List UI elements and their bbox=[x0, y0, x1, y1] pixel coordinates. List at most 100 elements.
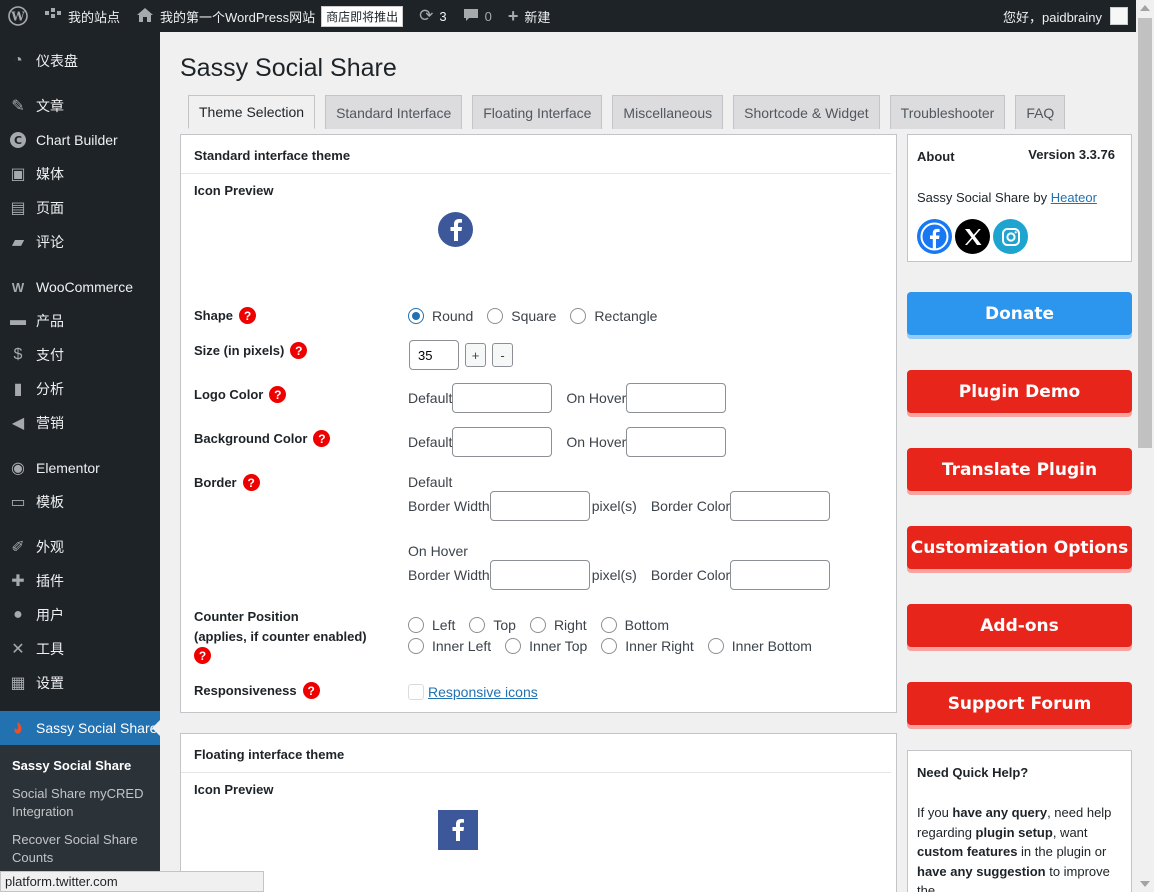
sidebar-item-media[interactable]: ▣ 媒体 bbox=[0, 157, 160, 191]
tab-theme-selection[interactable]: Theme Selection bbox=[188, 95, 316, 129]
size-decrease-button[interactable]: - bbox=[492, 343, 513, 367]
tab-shortcode-widget[interactable]: Shortcode & Widget bbox=[733, 95, 880, 129]
panel-header: Standard interface theme bbox=[181, 135, 891, 174]
counter-bottom-radio[interactable] bbox=[600, 617, 617, 633]
counter-top-radio[interactable] bbox=[469, 617, 486, 633]
sidebar-item-woocommerce[interactable]: W WooCommerce bbox=[0, 270, 160, 304]
logo-color-hover-input[interactable] bbox=[626, 383, 727, 413]
sidebar-item-plugins[interactable]: ✚ 插件 bbox=[0, 564, 160, 598]
border-color-hover-input[interactable] bbox=[730, 560, 831, 590]
bg-color-default-input[interactable] bbox=[452, 427, 553, 457]
border-color-default-input[interactable] bbox=[730, 491, 831, 521]
media-icon: ▣ bbox=[10, 166, 26, 183]
size-increase-button[interactable]: + bbox=[465, 343, 486, 367]
sidebar-item-settings[interactable]: ▦ 设置 bbox=[0, 666, 160, 700]
floating-interface-panel: Floating interface theme Icon Preview bbox=[180, 733, 897, 892]
help-icon[interactable]: ? bbox=[242, 474, 260, 491]
comments-link[interactable]: 0 bbox=[455, 0, 500, 32]
help-icon[interactable]: ? bbox=[194, 647, 211, 664]
sidebar-item-elementor[interactable]: ◉ Elementor bbox=[0, 451, 160, 485]
add-ons-button[interactable]: Add-ons bbox=[907, 604, 1132, 647]
user-greeting[interactable]: 您好，paidbrainy bbox=[1003, 7, 1102, 26]
customization-options-button[interactable]: Customization Options bbox=[907, 526, 1132, 569]
support-forum-button[interactable]: Support Forum bbox=[907, 682, 1132, 725]
submenu-item-sassy-social-share[interactable]: Sassy Social Share bbox=[0, 752, 160, 780]
page-scrollbar[interactable] bbox=[1136, 0, 1154, 892]
sidebar-item-appearance[interactable]: ✐ 外观 bbox=[0, 530, 160, 564]
plugin-demo-button[interactable]: Plugin Demo bbox=[907, 370, 1132, 413]
scroll-up-arrow-icon[interactable] bbox=[1140, 5, 1150, 11]
standard-interface-panel: Standard interface theme Icon Preview Sh… bbox=[180, 134, 897, 713]
counter-inner-top-radio[interactable] bbox=[505, 638, 522, 654]
comment-icon: ▰ bbox=[11, 234, 25, 251]
scroll-down-arrow-icon[interactable] bbox=[1140, 881, 1150, 887]
my-sites-link[interactable]: 我的站点 bbox=[36, 0, 128, 32]
sidebar-item-products[interactable]: ▬ 产品 bbox=[0, 304, 160, 338]
translate-plugin-button[interactable]: Translate Plugin bbox=[907, 448, 1132, 491]
sidebar-item-pages[interactable]: ▤ 页面 bbox=[0, 191, 160, 225]
site-home-link[interactable]: 我的第一个WordPress网站 商店即将推出 bbox=[128, 0, 411, 32]
help-icon[interactable]: ? bbox=[269, 386, 287, 403]
admin-bar: W 我的站点 我的第一个WordPress网站 商店即将推出 ⟳ 3 0 + 新… bbox=[0, 0, 1136, 32]
tab-floating-interface[interactable]: Floating Interface bbox=[472, 95, 603, 129]
sidebar-item-chart-builder[interactable]: C Chart Builder bbox=[0, 123, 160, 157]
wordpress-logo-icon[interactable]: W bbox=[0, 0, 36, 32]
counter-inner-right-radio[interactable] bbox=[601, 638, 618, 654]
sidebar-item-analytics[interactable]: ▮ 分析 bbox=[0, 372, 160, 406]
counter-right-radio[interactable] bbox=[529, 617, 546, 633]
shape-round-radio[interactable] bbox=[408, 308, 424, 324]
sidebar-item-label: 用户 bbox=[36, 607, 64, 623]
border-width-hover-input[interactable] bbox=[489, 560, 590, 590]
counter-inner-bottom-radio[interactable] bbox=[707, 638, 724, 654]
help-icon[interactable]: ? bbox=[302, 682, 320, 699]
shape-square-radio[interactable] bbox=[487, 308, 504, 324]
credit-prefix: Sassy Social Share by bbox=[917, 190, 1048, 205]
shape-round-label: Round bbox=[432, 308, 474, 324]
size-input[interactable] bbox=[409, 340, 459, 370]
tab-troubleshooter[interactable]: Troubleshooter bbox=[889, 95, 1006, 129]
tab-miscellaneous[interactable]: Miscellaneous bbox=[612, 95, 724, 129]
logo-color-default-input[interactable] bbox=[452, 383, 553, 413]
new-label: 新建 bbox=[524, 9, 551, 25]
help-icon[interactable]: ? bbox=[313, 430, 331, 447]
sidebar-item-payments[interactable]: $ 支付 bbox=[0, 338, 160, 372]
sidebar-item-dashboard[interactable]: ◔ 仪表盘 bbox=[0, 44, 160, 78]
counter-inner-left-radio[interactable] bbox=[408, 638, 424, 654]
counter-left-label: Left bbox=[432, 617, 456, 633]
sidebar-item-label: Sassy Social Share bbox=[36, 720, 158, 736]
logo-hover-label: On Hover bbox=[566, 390, 627, 406]
bg-color-hover-input[interactable] bbox=[626, 427, 727, 457]
donate-button[interactable]: Donate bbox=[907, 292, 1132, 335]
sidebar-item-sassy-social-share[interactable]: Sassy Social Share bbox=[0, 711, 160, 745]
sidebar-item-comments[interactable]: ▰ 评论 bbox=[0, 225, 160, 259]
updates-link[interactable]: ⟳ 3 bbox=[411, 0, 454, 32]
tab-standard-interface[interactable]: Standard Interface bbox=[325, 95, 463, 129]
sidebar-item-users[interactable]: ● 用户 bbox=[0, 598, 160, 632]
scroll-thumb[interactable] bbox=[1138, 18, 1152, 448]
responsive-icons-link[interactable]: Responsive icons bbox=[428, 684, 538, 700]
instagram-icon[interactable] bbox=[993, 219, 1028, 254]
facebook-icon[interactable] bbox=[917, 219, 952, 254]
avatar[interactable] bbox=[1110, 7, 1128, 25]
x-twitter-icon[interactable] bbox=[955, 219, 990, 254]
counter-options-row1: Left Top Right Bottom bbox=[408, 617, 669, 633]
counter-left-radio[interactable] bbox=[408, 617, 424, 633]
border-width-default-input[interactable] bbox=[489, 491, 590, 521]
shape-rectangle-radio[interactable] bbox=[570, 308, 587, 324]
tools-icon: ✕ bbox=[11, 641, 25, 658]
sidebar-item-tools[interactable]: ✕ 工具 bbox=[0, 632, 160, 666]
tab-faq[interactable]: FAQ bbox=[1015, 95, 1066, 129]
submenu-item-recover-counts[interactable]: Recover Social Share Counts bbox=[0, 826, 160, 872]
submenu-item-mycred-integration[interactable]: Social Share myCRED Integration bbox=[0, 780, 160, 826]
responsive-checkbox[interactable] bbox=[408, 684, 424, 700]
shape-rectangle-label: Rectangle bbox=[594, 308, 658, 324]
sidebar-item-posts[interactable]: ✎ 文章 bbox=[0, 89, 160, 123]
background-color-controls: Default On Hover bbox=[408, 427, 727, 457]
sidebar-item-templates[interactable]: ▭ 模板 bbox=[0, 485, 160, 519]
sidebar-item-marketing[interactable]: ◀ 营销 bbox=[0, 406, 160, 440]
new-content-link[interactable]: + 新建 bbox=[500, 0, 559, 32]
help-icon[interactable]: ? bbox=[239, 307, 257, 324]
help-icon[interactable]: ? bbox=[290, 342, 308, 359]
heateor-link[interactable]: Heateor bbox=[1051, 190, 1097, 205]
border-default-controls: Border Width pixel(s) Border Color bbox=[408, 491, 831, 521]
